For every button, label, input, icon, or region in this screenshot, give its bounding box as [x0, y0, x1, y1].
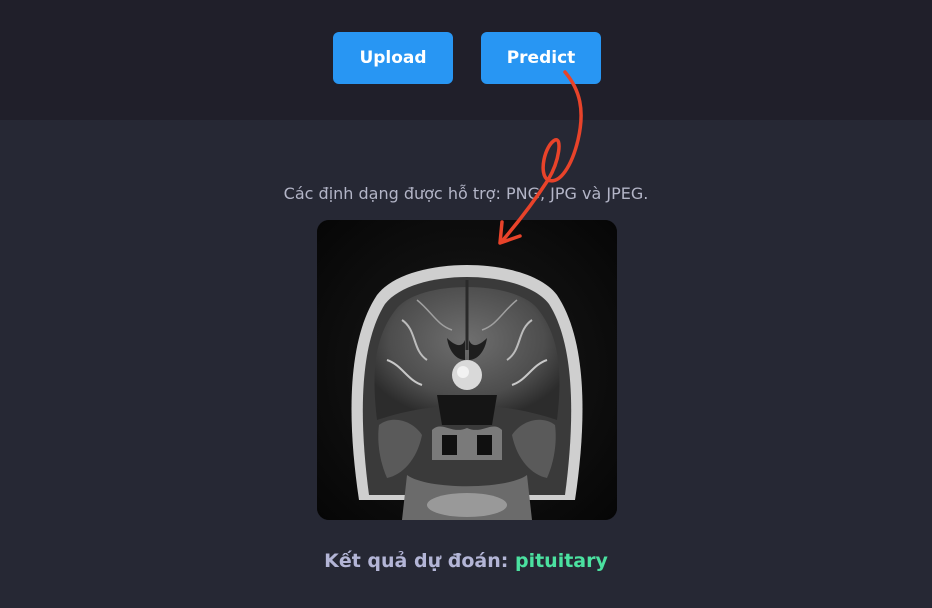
page: Upload Predict Các định dạng được hỗ trợ… [0, 0, 932, 608]
predict-button[interactable]: Predict [481, 32, 601, 84]
supported-formats-text: Các định dạng được hỗ trợ: PNG, JPG và J… [283, 184, 649, 203]
prediction-result-value: pituitary [514, 550, 608, 572]
mri-image-preview [317, 220, 617, 520]
mri-image [317, 220, 617, 520]
top-toolbar: Upload Predict [0, 0, 932, 120]
prediction-result: Kết quả dự đoán: pituitary [0, 550, 932, 572]
prediction-result-label: Kết quả dự đoán: [324, 550, 509, 572]
upload-button[interactable]: Upload [333, 32, 453, 84]
